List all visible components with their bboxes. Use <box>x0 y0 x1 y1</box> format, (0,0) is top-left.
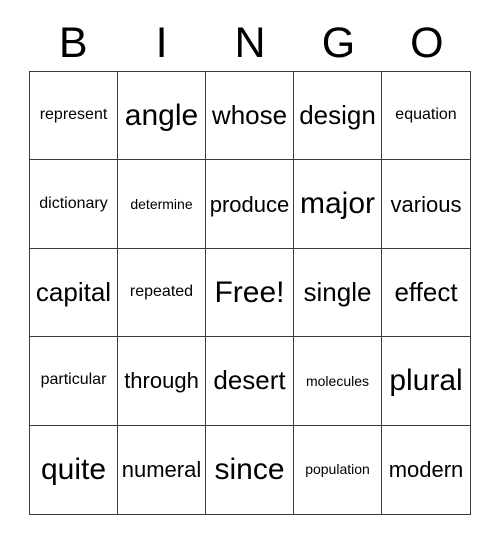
bingo-cell[interactable]: design <box>294 72 382 161</box>
bingo-cell-label: desert <box>213 365 286 396</box>
bingo-cell-label: determine <box>130 195 193 212</box>
bingo-cell[interactable]: major <box>294 160 382 249</box>
bingo-cell-label: produce <box>209 191 290 217</box>
bingo-cell[interactable]: through <box>118 337 206 426</box>
bingo-card: B I N G O represent angle whose design e… <box>0 0 500 544</box>
bingo-cell-label: single <box>303 276 372 307</box>
header-letter-g: G <box>321 19 356 67</box>
bingo-cell-label: whose <box>211 100 288 131</box>
bingo-cell-label: population <box>305 461 370 478</box>
bingo-cell[interactable]: various <box>382 160 470 249</box>
bingo-cell[interactable]: quite <box>30 425 118 514</box>
bingo-cell-label: dictionary <box>39 194 108 212</box>
bingo-cell-free[interactable]: Free! <box>206 248 294 338</box>
bingo-cell-label: plural <box>389 364 463 398</box>
header-letter-i: I <box>155 19 168 67</box>
bingo-cell[interactable]: plural <box>382 337 470 426</box>
bingo-cell[interactable]: represent <box>30 72 118 161</box>
bingo-grid: represent angle whose design equation di… <box>29 71 471 515</box>
header-letter-b: B <box>58 19 88 67</box>
bingo-cell-label: particular <box>40 371 107 389</box>
bingo-cell[interactable]: particular <box>30 337 118 426</box>
header-letter-n: N <box>234 19 266 67</box>
bingo-cell[interactable]: equation <box>382 72 470 161</box>
bingo-cell-label: major <box>299 187 375 221</box>
bingo-cell[interactable]: population <box>294 425 382 514</box>
bingo-cell-label: quite <box>40 453 107 487</box>
bingo-free-label: Free! <box>214 275 285 309</box>
bingo-cell[interactable]: since <box>206 425 294 514</box>
bingo-cell-label: numeral <box>121 457 202 483</box>
bingo-cell[interactable]: desert <box>206 337 294 426</box>
bingo-cell[interactable]: repeated <box>118 248 206 338</box>
bingo-cell[interactable]: produce <box>206 160 294 249</box>
bingo-cell-label: design <box>299 100 376 131</box>
bingo-cell[interactable]: effect <box>382 248 470 338</box>
bingo-cell[interactable]: modern <box>382 425 470 514</box>
bingo-cell-label: since <box>214 453 285 487</box>
bingo-cell[interactable]: molecules <box>294 337 382 426</box>
header-letter-o: O <box>410 19 444 67</box>
bingo-cell-label: modern <box>388 457 464 483</box>
bingo-cell-label: through <box>124 368 199 394</box>
bingo-cell-label: various <box>390 191 462 217</box>
bingo-cell[interactable]: numeral <box>118 425 206 514</box>
bingo-cell[interactable]: capital <box>30 248 118 338</box>
bingo-cell-label: molecules <box>305 372 370 389</box>
bingo-cell-label: equation <box>395 106 457 124</box>
bingo-cell[interactable]: dictionary <box>30 160 118 249</box>
bingo-cell-label: represent <box>39 106 108 124</box>
bingo-cell-label: effect <box>394 276 458 307</box>
bingo-cell-label: capital <box>35 276 112 307</box>
bingo-cell[interactable]: whose <box>206 72 294 161</box>
bingo-cell-label: angle <box>124 98 199 132</box>
bingo-cell[interactable]: angle <box>118 72 206 161</box>
bingo-cell-label: repeated <box>129 283 194 301</box>
bingo-cell[interactable]: determine <box>118 160 206 249</box>
bingo-cell[interactable]: single <box>294 248 382 338</box>
bingo-header: B I N G O <box>29 16 471 71</box>
